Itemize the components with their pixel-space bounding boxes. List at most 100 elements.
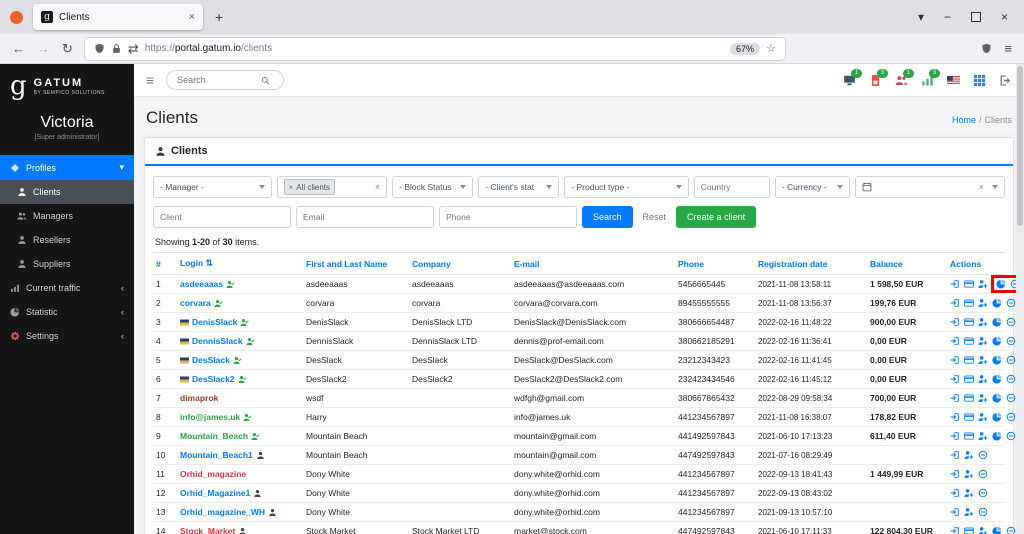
col-registration-date[interactable]: Registration date [755, 253, 867, 275]
edit-client-icon[interactable] [978, 431, 988, 441]
col-phone[interactable]: Phone [675, 253, 755, 275]
client-login-link[interactable]: asdeeaaas [180, 279, 223, 289]
block-icon[interactable] [978, 507, 988, 517]
url-bar[interactable]: ⇄ https://portal.gatum.io/clients 67% ☆ [85, 38, 785, 60]
statistics-icon[interactable] [996, 279, 1006, 289]
zoom-level[interactable]: 67% [730, 43, 760, 55]
login-as-icon[interactable] [950, 317, 960, 327]
block-icon[interactable] [978, 450, 988, 460]
block-icon[interactable] [1006, 298, 1016, 308]
login-as-icon[interactable] [950, 526, 960, 534]
edit-client-icon[interactable] [978, 412, 988, 422]
payments-icon[interactable] [964, 317, 974, 327]
sidebar-item-clients[interactable]: Clients [0, 180, 134, 204]
browser-tab[interactable]: g Clients × [33, 4, 203, 30]
reset-button[interactable]: Reset [638, 206, 672, 228]
activities-icon[interactable] [10, 11, 23, 24]
block-icon[interactable] [1006, 355, 1016, 365]
sidebar-item-profiles[interactable]: Profiles▾ [0, 155, 134, 180]
login-as-icon[interactable] [950, 469, 960, 479]
create-client-button[interactable]: Create a client [676, 206, 756, 228]
currency-filter[interactable]: - Currency - [775, 176, 850, 198]
topbar-grid-button[interactable] [973, 74, 986, 87]
client-login-link[interactable]: DenisSlack [192, 317, 237, 327]
login-as-icon[interactable] [950, 431, 960, 441]
block-status-filter[interactable]: - Block Status [392, 176, 473, 198]
tab-close-icon[interactable]: × [189, 11, 195, 23]
global-search[interactable] [166, 70, 284, 90]
block-icon[interactable] [1006, 336, 1016, 346]
payments-icon[interactable] [964, 526, 974, 534]
window-restore-button[interactable] [971, 12, 981, 22]
topbar-people-button[interactable]: 1 [895, 74, 908, 87]
search-icon[interactable] [261, 76, 270, 85]
app-menu-icon[interactable]: ≡ [1004, 42, 1012, 55]
payments-icon[interactable] [964, 336, 974, 346]
topbar-sim-button[interactable]: 3 [869, 74, 882, 87]
statistics-icon[interactable] [992, 317, 1002, 327]
edit-client-icon[interactable] [964, 488, 974, 498]
login-as-icon[interactable] [950, 279, 960, 289]
client-login-link[interactable]: Mountain_Beach1 [180, 450, 253, 460]
window-close-button[interactable]: × [1001, 10, 1008, 24]
statistics-icon[interactable] [992, 412, 1002, 422]
payments-icon[interactable] [964, 393, 974, 403]
topbar-signal-button[interactable]: 3 [921, 74, 934, 87]
payments-icon[interactable] [964, 412, 974, 422]
client-login-link[interactable]: Orhid_Magazine1 [180, 488, 250, 498]
edit-client-icon[interactable] [978, 355, 988, 365]
https-lock-icon[interactable] [111, 43, 122, 54]
client-input[interactable] [153, 206, 291, 228]
block-icon[interactable] [978, 469, 988, 479]
phone-input[interactable] [439, 206, 577, 228]
block-icon[interactable] [1006, 431, 1016, 441]
sidebar-item-current-traffic[interactable]: Current traffic‹ [0, 276, 134, 300]
col-name[interactable]: First and Last Name [303, 253, 409, 275]
topbar-logout-button[interactable] [999, 74, 1012, 87]
search-button[interactable]: Search [582, 206, 633, 228]
payments-icon[interactable] [964, 374, 974, 384]
login-as-icon[interactable] [950, 393, 960, 403]
client-login-link[interactable]: Mountain_Beach [180, 431, 248, 441]
block-icon[interactable] [978, 488, 988, 498]
clear-filter-icon[interactable]: × [375, 182, 380, 192]
login-as-icon[interactable] [950, 355, 960, 365]
date-range-filter[interactable]: × [855, 176, 1005, 198]
tracking-shield-icon[interactable] [94, 43, 105, 54]
search-input[interactable] [175, 74, 257, 86]
sort-icon[interactable]: ⇅ [206, 258, 214, 268]
client-login-link[interactable]: dimaprok [180, 393, 218, 403]
edit-client-icon[interactable] [978, 279, 988, 289]
sidebar-item-suppliers[interactable]: Suppliers [0, 252, 134, 276]
login-as-icon[interactable] [950, 336, 960, 346]
client-login-link[interactable]: info@james.uk [180, 412, 240, 422]
login-as-icon[interactable] [950, 298, 960, 308]
country-input[interactable] [694, 176, 770, 198]
manager-filter[interactable]: - Manager - [153, 176, 272, 198]
block-icon[interactable] [1006, 374, 1016, 384]
block-icon[interactable] [1006, 317, 1016, 327]
login-as-icon[interactable] [950, 412, 960, 422]
client-login-link[interactable]: corvara [180, 298, 211, 308]
login-as-icon[interactable] [950, 507, 960, 517]
edit-client-icon[interactable] [964, 507, 974, 517]
back-button[interactable]: ← [12, 42, 25, 55]
statistics-icon[interactable] [992, 393, 1002, 403]
payments-icon[interactable] [964, 279, 974, 289]
statistics-icon[interactable] [992, 431, 1002, 441]
email-input[interactable] [296, 206, 434, 228]
col-company[interactable]: Company [409, 253, 511, 275]
sidebar-item-managers[interactable]: Managers [0, 204, 134, 228]
bookmark-star-icon[interactable]: ☆ [766, 42, 776, 55]
edit-client-icon[interactable] [964, 450, 974, 460]
tab-list-button[interactable]: ▾ [918, 10, 924, 24]
topbar-monitor-button[interactable]: 1 [843, 74, 856, 87]
scrollbar-thumb[interactable] [1017, 66, 1023, 226]
edit-client-icon[interactable] [978, 298, 988, 308]
forward-button[interactable]: → [37, 42, 50, 55]
client-login-link[interactable]: Stock_Market [180, 526, 235, 534]
col-login[interactable]: Login ⇅ [177, 253, 303, 275]
edit-client-icon[interactable] [978, 317, 988, 327]
sidebar-item-resellers[interactable]: Resellers [0, 228, 134, 252]
edit-client-icon[interactable] [978, 374, 988, 384]
